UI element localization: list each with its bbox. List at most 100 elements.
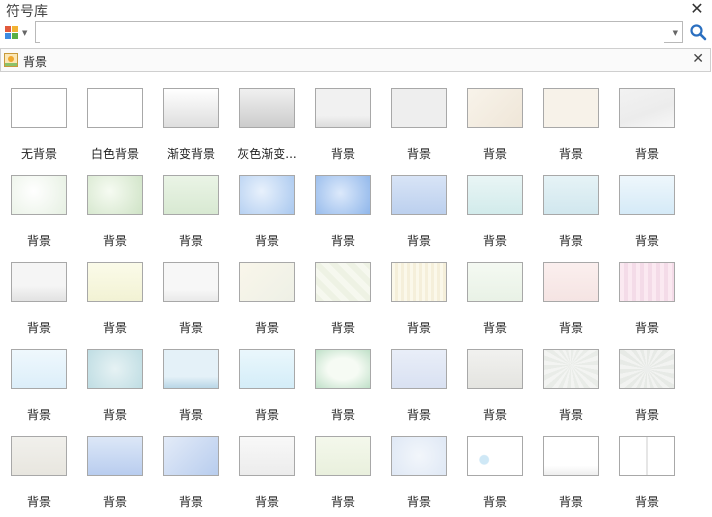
background-thumbnail — [391, 349, 447, 389]
background-item-label: 背景 — [330, 321, 355, 335]
search-dropdown-icon[interactable]: ▼ — [673, 29, 678, 37]
background-item-label: 背景 — [254, 495, 279, 509]
background-item[interactable]: 背景 — [383, 424, 455, 510]
background-item[interactable]: 无背景 — [3, 76, 75, 162]
background-item-label: 背景 — [26, 321, 51, 335]
background-thumbnail — [543, 436, 599, 476]
background-item-label: 背景 — [634, 321, 659, 335]
background-item[interactable]: 背景 — [611, 250, 683, 336]
background-item-label: 背景 — [558, 495, 583, 509]
background-thumbnail — [619, 262, 675, 302]
background-item[interactable]: 背景 — [79, 163, 151, 249]
background-item-label: 背景 — [26, 234, 51, 248]
background-item[interactable]: 背景 — [231, 424, 303, 510]
background-item[interactable]: 背景 — [3, 337, 75, 423]
background-item-label: 背景 — [102, 321, 127, 335]
background-item-label: 背景 — [482, 321, 507, 335]
background-item-label: 渐变背景 — [166, 147, 215, 161]
background-item-label: 背景 — [558, 147, 583, 161]
background-item[interactable]: 背景 — [155, 250, 227, 336]
background-item[interactable]: 白色背景 — [79, 76, 151, 162]
background-thumbnail — [239, 175, 295, 215]
background-thumbnail — [11, 349, 67, 389]
background-thumbnail — [543, 349, 599, 389]
background-item[interactable]: 渐变背景 — [155, 76, 227, 162]
background-thumbnail — [163, 349, 219, 389]
background-item[interactable]: 背景 — [459, 424, 531, 510]
background-item-label: 背景 — [178, 321, 203, 335]
background-item[interactable]: 背景 — [535, 337, 607, 423]
background-item[interactable]: 背景 — [155, 337, 227, 423]
background-item[interactable]: 背景 — [611, 424, 683, 510]
background-thumbnail — [391, 436, 447, 476]
background-item[interactable]: 背景 — [383, 76, 455, 162]
background-item[interactable]: 背景 — [383, 163, 455, 249]
background-thumbnail — [87, 175, 143, 215]
background-item[interactable]: 背景 — [79, 424, 151, 510]
background-item[interactable]: 背景 — [383, 337, 455, 423]
background-item[interactable]: 背景 — [611, 163, 683, 249]
background-thumbnail — [391, 175, 447, 215]
search-icon[interactable] — [689, 23, 707, 41]
background-item[interactable]: 背景 — [79, 337, 151, 423]
background-thumbnail — [163, 88, 219, 128]
background-thumbnail — [391, 88, 447, 128]
search-input[interactable] — [40, 23, 664, 43]
background-thumbnail — [467, 175, 523, 215]
background-item-label: 背景 — [178, 408, 203, 422]
background-item[interactable]: 背景 — [307, 76, 379, 162]
background-item-label: 背景 — [102, 408, 127, 422]
background-item-label: 背景 — [406, 234, 431, 248]
library-picker-button[interactable]: ▼ — [5, 25, 31, 41]
background-item-label: 背景 — [482, 234, 507, 248]
background-thumbnail — [11, 175, 67, 215]
background-thumbnail — [239, 349, 295, 389]
background-item-label: 背景 — [558, 408, 583, 422]
background-item[interactable]: 背景 — [459, 337, 531, 423]
background-item-label: 背景 — [254, 234, 279, 248]
background-thumbnail — [315, 175, 371, 215]
background-item[interactable]: 背景 — [307, 163, 379, 249]
background-item[interactable]: 背景 — [611, 337, 683, 423]
background-item-label: 背景 — [634, 147, 659, 161]
background-thumbnail — [163, 262, 219, 302]
background-item[interactable]: 灰色渐变... — [231, 76, 303, 162]
background-item[interactable]: 背景 — [79, 250, 151, 336]
background-item[interactable]: 背景 — [3, 250, 75, 336]
background-item-label: 白色背景 — [90, 147, 139, 161]
background-item[interactable]: 背景 — [231, 337, 303, 423]
background-item[interactable]: 背景 — [307, 424, 379, 510]
background-item-label: 背景 — [406, 321, 431, 335]
background-item-label: 背景 — [178, 495, 203, 509]
background-item[interactable]: 背景 — [231, 163, 303, 249]
background-item-label: 背景 — [254, 321, 279, 335]
background-item[interactable]: 背景 — [231, 250, 303, 336]
library-header[interactable]: 背景 ✕ — [0, 48, 711, 72]
close-window-button[interactable]: ✕ — [690, 1, 704, 17]
background-item[interactable]: 背景 — [3, 424, 75, 510]
background-item[interactable]: 背景 — [535, 163, 607, 249]
background-item[interactable]: 背景 — [307, 337, 379, 423]
background-item-label: 背景 — [482, 495, 507, 509]
background-item[interactable]: 背景 — [307, 250, 379, 336]
background-item[interactable]: 背景 — [459, 76, 531, 162]
background-item[interactable]: 背景 — [611, 76, 683, 162]
background-item[interactable]: 背景 — [535, 424, 607, 510]
background-item-label: 背景 — [634, 408, 659, 422]
background-thumbnail — [11, 88, 67, 128]
search-field[interactable]: ▼ — [35, 21, 683, 43]
background-item[interactable]: 背景 — [155, 163, 227, 249]
background-item[interactable]: 背景 — [3, 163, 75, 249]
background-item[interactable]: 背景 — [155, 424, 227, 510]
background-item-label: 背景 — [330, 147, 355, 161]
background-item[interactable]: 背景 — [535, 76, 607, 162]
background-item[interactable]: 背景 — [459, 163, 531, 249]
background-item[interactable]: 背景 — [535, 250, 607, 336]
window-title: 符号库 — [6, 4, 48, 20]
background-thumbnail — [619, 436, 675, 476]
background-thumbnail — [467, 88, 523, 128]
background-item[interactable]: 背景 — [459, 250, 531, 336]
close-library-button[interactable]: ✕ — [692, 51, 704, 67]
background-item-label: 背景 — [26, 495, 51, 509]
background-item[interactable]: 背景 — [383, 250, 455, 336]
